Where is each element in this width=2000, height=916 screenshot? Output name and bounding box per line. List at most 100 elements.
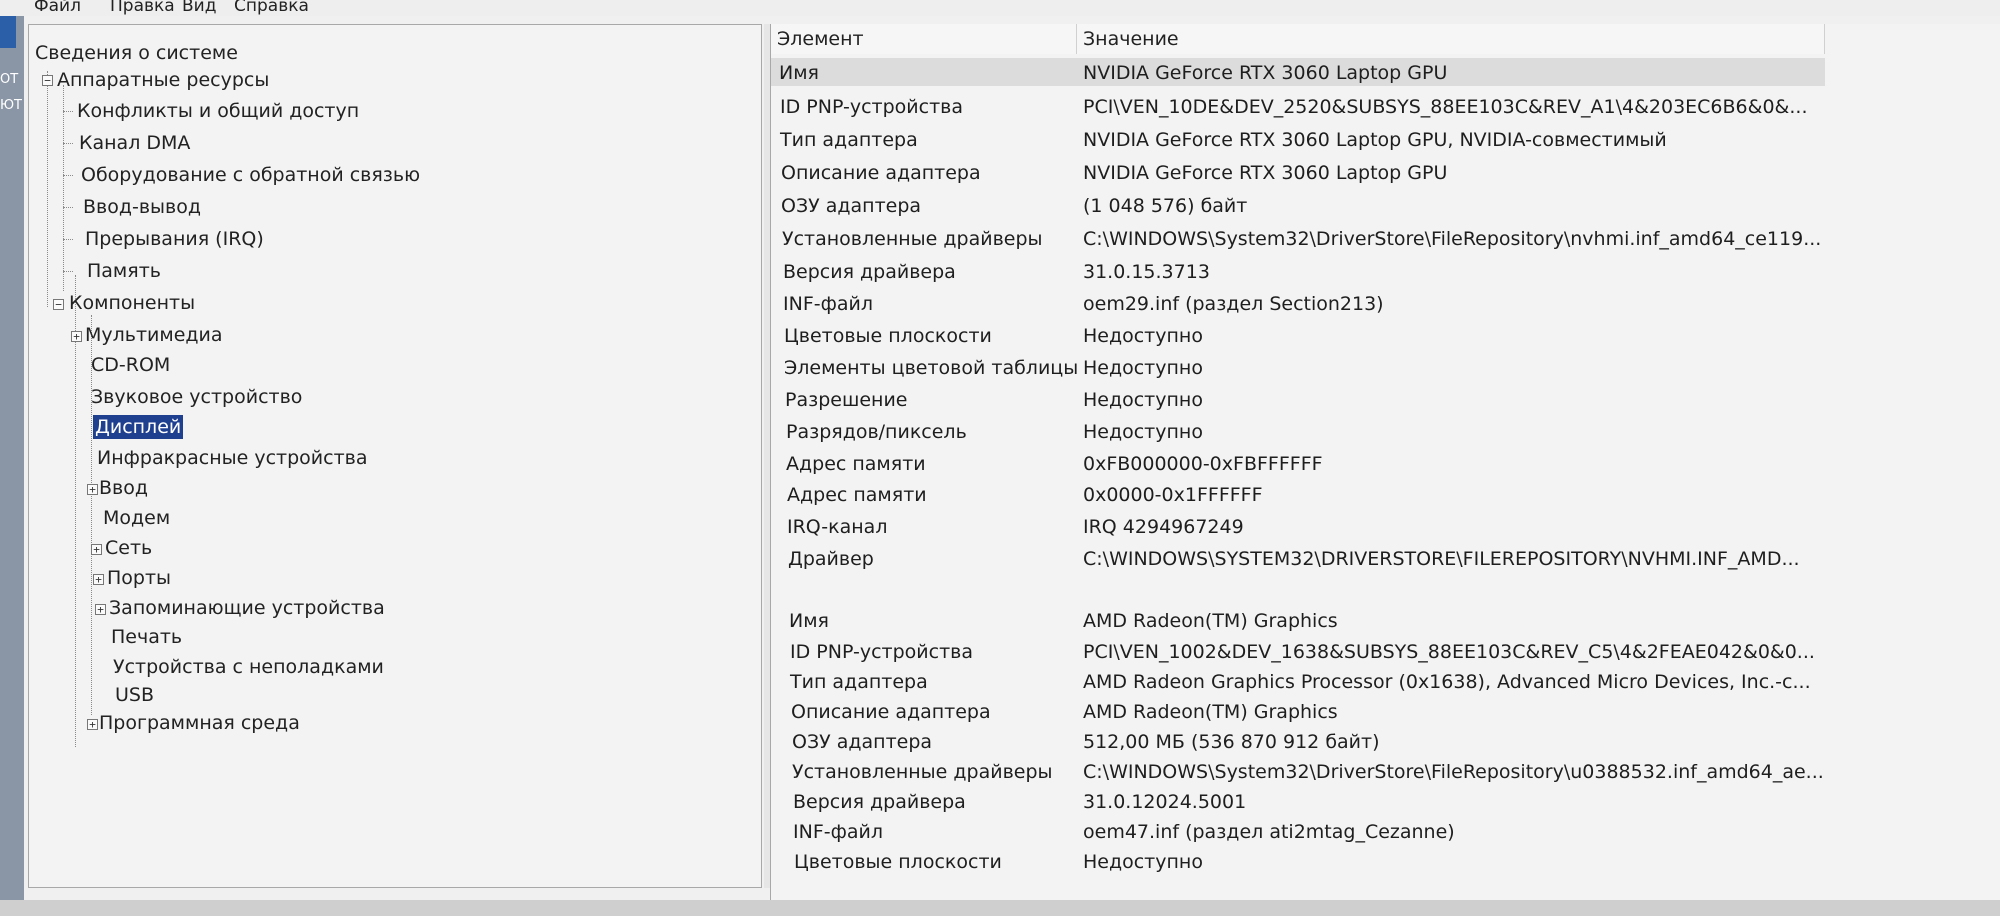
row-item-value: NVIDIA GeForce RTX 3060 Laptop GPU xyxy=(1083,162,1448,184)
row-item-label: Тип адаптера xyxy=(790,671,928,693)
tree-node-software-environment[interactable]: Программная среда xyxy=(99,711,300,735)
tree-node-components[interactable]: Компоненты xyxy=(69,291,195,315)
tree-connector xyxy=(63,175,73,176)
tree-item-memory[interactable]: Память xyxy=(87,259,161,283)
row-item-label: Версия драйвера xyxy=(793,791,966,813)
tree-item-sound-device[interactable]: Звуковое устройство xyxy=(91,385,302,409)
tree-item-forced-hardware[interactable]: Оборудование с обратной связью xyxy=(81,163,420,187)
tree-item-infrared[interactable]: Инфракрасные устройства xyxy=(97,446,368,470)
row-item-label: INF-файл xyxy=(783,293,873,315)
row-item-value: IRQ 4294967249 xyxy=(1083,516,1244,538)
column-header-value[interactable]: Значение xyxy=(1077,24,1825,54)
row-item-value: 512,00 МБ (536 870 912 байт) xyxy=(1083,731,1380,753)
row-item-label: Адрес памяти xyxy=(786,453,926,475)
row-item-value: Недоступно xyxy=(1083,357,1203,379)
row-item-label: Цветовые плоскости xyxy=(794,851,1002,873)
tree-item-display[interactable]: Дисплей xyxy=(93,415,184,439)
category-tree[interactable]: Сведения о системе − Аппаратные ресурсы … xyxy=(28,24,762,888)
collapse-icon[interactable]: − xyxy=(42,75,53,86)
row-item-label: Адрес памяти xyxy=(787,484,927,506)
tree-connector xyxy=(63,239,73,240)
menu-help[interactable]: Справка xyxy=(234,0,309,16)
tree-item-ports[interactable]: Порты xyxy=(107,566,171,590)
row-item-value: C:\WINDOWS\SYSTEM32\DRIVERSTORE\FILEREPO… xyxy=(1083,548,1800,570)
tree-node-hardware-resources[interactable]: Аппаратные ресурсы xyxy=(57,68,269,92)
collapse-icon[interactable]: − xyxy=(53,299,64,310)
tree-connector xyxy=(63,271,73,272)
row-item-value: oem47.inf (раздел ati2mtag_Cezanne) xyxy=(1083,821,1455,843)
tree-item-multimedia[interactable]: Мультимедиа xyxy=(85,323,223,347)
row-item-label: Цветовые плоскости xyxy=(784,325,992,347)
row-item-value: Недоступно xyxy=(1083,851,1203,873)
row-item-label: ID PNP-устройства xyxy=(790,641,973,663)
row-item-value: C:\WINDOWS\System32\DriverStore\FileRepo… xyxy=(1083,228,1822,250)
row-item-label: Тип адаптера xyxy=(780,129,918,151)
row-item-value: C:\WINDOWS\System32\DriverStore\FileRepo… xyxy=(1083,761,1824,783)
row-item-value: AMD Radeon(TM) Graphics xyxy=(1083,701,1338,723)
expand-icon[interactable]: + xyxy=(93,574,104,585)
row-item-value: Недоступно xyxy=(1083,325,1203,347)
row-item-value: 0xFB000000-0xFBFFFFFF xyxy=(1083,453,1323,475)
background-window-accent xyxy=(0,16,16,48)
row-item-label: Элементы цветовой таблицы xyxy=(784,357,1079,379)
expand-icon[interactable]: + xyxy=(95,604,106,615)
row-item-value: oem29.inf (раздел Section213) xyxy=(1083,293,1384,315)
tree-item-storage[interactable]: Запоминающие устройства xyxy=(109,596,385,620)
background-window-strip: ОТ ЮТ xyxy=(0,16,24,900)
tree-item-network[interactable]: Сеть xyxy=(105,536,152,560)
row-item-value: AMD Radeon(TM) Graphics xyxy=(1083,610,1338,632)
row-item-label: Описание адаптера xyxy=(781,162,981,184)
row-item-value: NVIDIA GeForce RTX 3060 Laptop GPU xyxy=(1083,62,1448,84)
expand-icon[interactable]: + xyxy=(91,544,102,555)
row-item-label: INF-файл xyxy=(793,821,883,843)
row-item-label: Имя xyxy=(779,62,819,84)
tree-item-conflicts[interactable]: Конфликты и общий доступ xyxy=(77,99,359,123)
menu-edit[interactable]: Правка xyxy=(110,0,175,16)
tree-connector xyxy=(63,207,73,208)
tree-item-usb[interactable]: USB xyxy=(115,683,154,707)
row-item-value: NVIDIA GeForce RTX 3060 Laptop GPU, NVID… xyxy=(1083,129,1667,151)
tree-connector xyxy=(63,111,73,112)
row-item-label: ОЗУ адаптера xyxy=(792,731,933,753)
expand-icon[interactable]: + xyxy=(87,484,98,495)
tree-connector xyxy=(63,143,73,144)
row-item-label: ОЗУ адаптера xyxy=(781,195,922,217)
expand-icon[interactable]: + xyxy=(87,719,98,730)
row-item-value: 31.0.15.3713 xyxy=(1083,261,1210,283)
details-list[interactable]: Элемент Значение Имя NVIDIA GeForce RTX 3… xyxy=(770,24,2000,900)
menu-file[interactable]: Файл xyxy=(34,0,81,16)
row-item-label: IRQ-канал xyxy=(787,516,888,538)
row-item-label: Установленные драйверы xyxy=(782,228,1043,250)
row-item-label: Драйвер xyxy=(788,548,874,570)
system-information-window: Сведения о системе − Аппаратные ресурсы … xyxy=(24,16,2000,900)
tree-item-problem-devices[interactable]: Устройства с неполадками xyxy=(113,655,384,679)
tree-connector xyxy=(63,85,64,291)
background-text-fragment: ОТ xyxy=(0,72,19,87)
tree-root[interactable]: Сведения о системе xyxy=(35,41,238,65)
menu-view[interactable]: Вид xyxy=(182,0,216,16)
tree-item-dma[interactable]: Канал DMA xyxy=(79,131,190,155)
row-item-value: 31.0.12024.5001 xyxy=(1083,791,1247,813)
row-item-value: AMD Radeon Graphics Processor (0x1638), … xyxy=(1083,671,1811,693)
tree-item-input[interactable]: Ввод xyxy=(99,476,148,500)
tree-item-io[interactable]: Ввод-вывод xyxy=(83,195,201,219)
menu-bar: Файл Правка Вид Справка xyxy=(0,0,2000,17)
row-item-value: Недоступно xyxy=(1083,389,1203,411)
tree-connector xyxy=(75,275,76,747)
row-item-value: Недоступно xyxy=(1083,421,1203,443)
row-item-label: Установленные драйверы xyxy=(792,761,1053,783)
tree-item-printing[interactable]: Печать xyxy=(111,625,182,649)
tree-item-irq[interactable]: Прерывания (IRQ) xyxy=(85,227,264,251)
expand-icon[interactable]: + xyxy=(71,331,82,342)
row-item-label: ID PNP-устройства xyxy=(780,96,963,118)
row-item-label: Версия драйвера xyxy=(783,261,956,283)
row-item-value: 0x0000-0x1FFFFFF xyxy=(1083,484,1263,506)
tree-item-cd-rom[interactable]: CD-ROM xyxy=(91,353,170,377)
row-item-value: PCI\VEN_10DE&DEV_2520&SUBSYS_88EE103C&RE… xyxy=(1083,96,1808,118)
row-item-label: Описание адаптера xyxy=(791,701,991,723)
column-header-item[interactable]: Элемент xyxy=(771,24,1077,54)
tree-item-modem[interactable]: Модем xyxy=(103,506,170,530)
row-item-value: PCI\VEN_1002&DEV_1638&SUBSYS_88EE103C&RE… xyxy=(1083,641,1815,663)
row-item-label: Разрядов/пиксель xyxy=(786,421,967,443)
background-text-fragment: ЮТ xyxy=(0,98,22,113)
